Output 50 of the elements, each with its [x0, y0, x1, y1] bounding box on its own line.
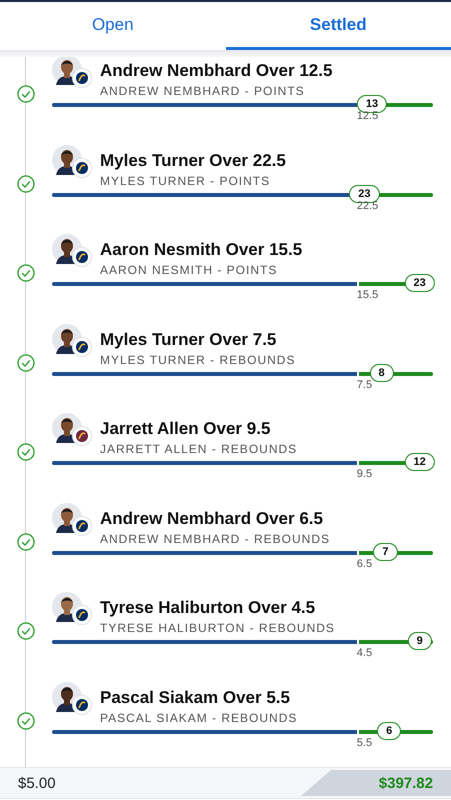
result-badge: 23: [404, 274, 435, 292]
line-value: 9.5: [356, 468, 372, 480]
line-value: 22.5: [356, 200, 378, 212]
line-value: 7.5: [356, 378, 372, 390]
team-logo-icon: [72, 68, 92, 88]
team-logo-icon: [72, 336, 92, 356]
team-logo-icon: [72, 247, 92, 267]
bet-title: Andrew Nembhard Over 12.5: [100, 61, 332, 81]
result-badge: 7: [373, 542, 398, 560]
line-value: 15.5: [356, 289, 378, 301]
bet-title: Myles Turner Over 22.5: [100, 150, 286, 170]
bet-title: Pascal Siakam Over 5.5: [100, 688, 291, 708]
bet-subtitle: TYRESE HALIBURTON - REBOUNDS: [100, 620, 335, 636]
team-logo-icon: [72, 605, 92, 625]
bet-title: Andrew Nembhard Over 6.5: [100, 508, 324, 528]
line-value: 5.5: [356, 736, 372, 748]
line-value: 12.5: [356, 110, 378, 122]
check-circle-icon: [17, 622, 35, 640]
team-logo-icon: [72, 158, 92, 178]
line-value: 6.5: [356, 558, 372, 570]
check-circle-icon: [17, 443, 35, 461]
line-value: 4.5: [356, 647, 372, 659]
result-badge: 12: [404, 453, 435, 471]
team-logo-icon: [72, 694, 92, 714]
check-circle-icon: [17, 174, 35, 192]
bet-title: Jarrett Allen Over 9.5: [100, 419, 272, 439]
team-logo-icon: [72, 516, 92, 536]
bet-title: Tyrese Haliburton Over 4.5: [100, 598, 316, 618]
check-circle-icon: [17, 354, 35, 372]
check-circle-icon: [17, 532, 35, 550]
payout-amount: $397.82: [378, 774, 433, 792]
check-circle-icon: [17, 85, 35, 103]
check-circle-icon: [17, 712, 35, 730]
bet-subtitle: ANDREW NEMBHARD - REBOUNDS: [100, 530, 330, 546]
result-badge: 6: [377, 722, 402, 740]
bet-subtitle: PASCAL SIAKAM - REBOUNDS: [100, 710, 298, 726]
bet-subtitle: MYLES TURNER - POINTS: [100, 172, 272, 188]
bet-subtitle: MYLES TURNER - REBOUNDS: [100, 352, 296, 368]
check-circle-icon: [17, 264, 35, 282]
bet-title: Aaron Nesmith Over 15.5: [100, 240, 302, 260]
stake-amount: $5.00: [18, 774, 56, 792]
bet-subtitle: ANDREW NEMBHARD - POINTS: [100, 83, 306, 99]
bet-subtitle: JARRETT ALLEN - REBOUNDS: [100, 441, 298, 457]
result-badge: 9: [408, 632, 432, 650]
team-logo-icon: [72, 426, 92, 446]
result-badge: 13: [356, 95, 388, 113]
bet-title: Myles Turner Over 7.5: [100, 330, 278, 350]
result-badge: 23: [349, 184, 380, 202]
bet-subtitle: AARON NESMITH - POINTS: [100, 262, 278, 278]
result-badge: 8: [370, 364, 394, 382]
